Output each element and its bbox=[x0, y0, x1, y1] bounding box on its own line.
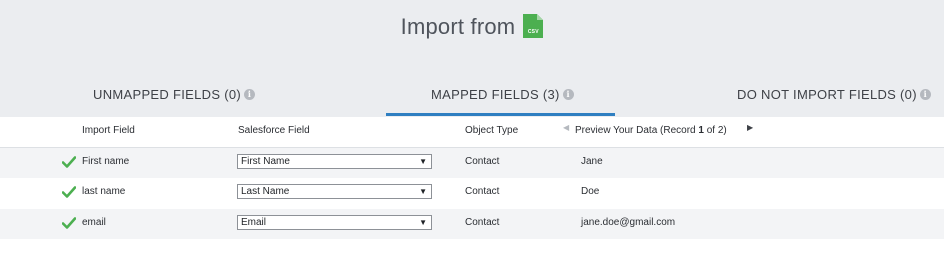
dropdown-arrow-icon: ▼ bbox=[419, 187, 427, 196]
dropdown-arrow-icon: ▼ bbox=[419, 218, 427, 227]
check-icon bbox=[62, 217, 76, 229]
column-header-import-field: Import Field bbox=[82, 125, 135, 136]
csv-file-icon-label: CSV bbox=[527, 29, 539, 36]
info-icon[interactable]: i bbox=[244, 89, 256, 101]
tab-mapped-fields-label: MAPPED FIELDS (3) bbox=[431, 87, 560, 103]
info-icon[interactable]: i bbox=[919, 89, 931, 101]
next-record-icon[interactable]: ▶ bbox=[747, 123, 753, 132]
salesforce-field-select-value: Email bbox=[241, 217, 267, 228]
csv-file-icon: CSV bbox=[523, 14, 544, 39]
info-icon[interactable]: i bbox=[562, 89, 574, 101]
salesforce-field-select-value: First Name bbox=[241, 156, 290, 167]
tab-unmapped-fields-label: UNMAPPED FIELDS (0) bbox=[93, 87, 242, 103]
column-header-object-type: Object Type bbox=[465, 125, 519, 136]
preview-header-prefix: Preview Your Data (Record bbox=[575, 125, 699, 136]
column-header-preview: Preview Your Data (Record 1 of 2) bbox=[575, 125, 727, 136]
object-type-cell: Contact bbox=[465, 156, 500, 167]
tab-mapped-fields[interactable]: MAPPED FIELDS (3) i bbox=[431, 86, 574, 108]
salesforce-field-select[interactable]: Last Name ▼ bbox=[237, 184, 432, 199]
salesforce-field-select[interactable]: First Name ▼ bbox=[237, 154, 432, 169]
salesforce-field-select[interactable]: Email ▼ bbox=[237, 215, 432, 230]
column-header-salesforce-field: Salesforce Field bbox=[238, 125, 310, 136]
page-title: Import from CSV bbox=[0, 13, 944, 40]
salesforce-field-select-value: Last Name bbox=[241, 186, 290, 197]
tab-do-not-import-fields-label: DO NOT IMPORT FIELDS (0) bbox=[737, 87, 917, 103]
table-row: First name First Name ▼ Contact Jane bbox=[0, 148, 944, 178]
tab-do-not-import-fields[interactable]: DO NOT IMPORT FIELDS (0) i bbox=[737, 86, 931, 108]
import-field-cell: First name bbox=[82, 156, 130, 167]
preview-header-suffix: of 2) bbox=[703, 125, 727, 136]
import-field-cell: last name bbox=[82, 186, 126, 197]
preview-cell: Jane bbox=[581, 156, 603, 167]
object-type-cell: Contact bbox=[465, 186, 500, 197]
check-icon bbox=[62, 156, 76, 168]
dropdown-arrow-icon: ▼ bbox=[419, 157, 427, 166]
previous-record-icon[interactable]: ◀ bbox=[563, 123, 569, 132]
check-icon bbox=[62, 186, 76, 198]
import-field-cell: email bbox=[82, 217, 106, 228]
tab-unmapped-fields[interactable]: UNMAPPED FIELDS (0) i bbox=[93, 86, 256, 108]
object-type-cell: Contact bbox=[465, 217, 500, 228]
preview-cell: jane.doe@gmail.com bbox=[581, 217, 676, 228]
import-mapping-screen: Import from CSV UNMAPPED FIELDS (0) i MAPP… bbox=[0, 0, 944, 255]
table-row: last name Last Name ▼ Contact Doe bbox=[0, 178, 944, 208]
preview-cell: Doe bbox=[581, 186, 600, 197]
active-tab-indicator bbox=[386, 113, 615, 116]
table-row: email Email ▼ Contact jane.doe@gmail.com bbox=[0, 209, 944, 239]
page-title-text: Import from bbox=[400, 14, 516, 40]
import-header: Import from CSV UNMAPPED FIELDS (0) i MAPP… bbox=[0, 0, 944, 117]
